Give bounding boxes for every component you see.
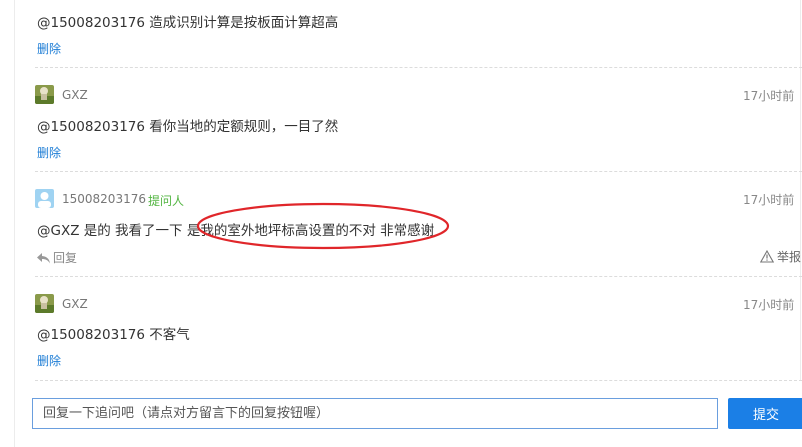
- asker-badge: 提问人: [148, 194, 185, 208]
- report-label: 举报: [777, 250, 802, 264]
- submit-button[interactable]: 提交: [728, 398, 802, 429]
- warning-icon: [759, 249, 775, 263]
- comment-text: @15008203176 造成识别计算是按板面计算超高: [37, 15, 339, 31]
- comment-text: @15008203176 看你当地的定额规则，一目了然: [37, 119, 339, 135]
- user-avatar-icon[interactable]: [35, 294, 54, 313]
- comment-time: 17小时前: [743, 298, 795, 312]
- right-border: [800, 0, 801, 380]
- report-button[interactable]: 举报: [759, 248, 802, 265]
- delete-link[interactable]: 删除: [37, 352, 61, 369]
- reply-input[interactable]: [32, 398, 718, 429]
- reply-icon: [37, 253, 50, 264]
- comment-author[interactable]: GXZ: [62, 297, 88, 311]
- comment-author[interactable]: GXZ: [62, 88, 88, 102]
- reply-button[interactable]: 回复: [37, 249, 77, 266]
- comment-time: 17小时前: [743, 193, 795, 207]
- comment-text: @15008203176 不客气: [37, 327, 190, 343]
- comment-author[interactable]: 15008203176: [62, 192, 146, 206]
- reply-label: 回复: [53, 251, 78, 265]
- comment-divider: [35, 276, 802, 277]
- user-avatar-icon[interactable]: [35, 85, 54, 104]
- comment-divider: [35, 171, 802, 172]
- comment-divider: [35, 67, 802, 68]
- comment-text: @GXZ 是的 我看了一下 是我的室外地坪标高设置的不对 非常感谢: [37, 223, 435, 239]
- default-avatar-icon[interactable]: [35, 189, 54, 208]
- comment-time: 17小时前: [743, 89, 795, 103]
- delete-link[interactable]: 删除: [37, 40, 61, 57]
- left-border: [14, 0, 15, 447]
- comment-divider: [35, 380, 802, 381]
- delete-link[interactable]: 删除: [37, 144, 61, 161]
